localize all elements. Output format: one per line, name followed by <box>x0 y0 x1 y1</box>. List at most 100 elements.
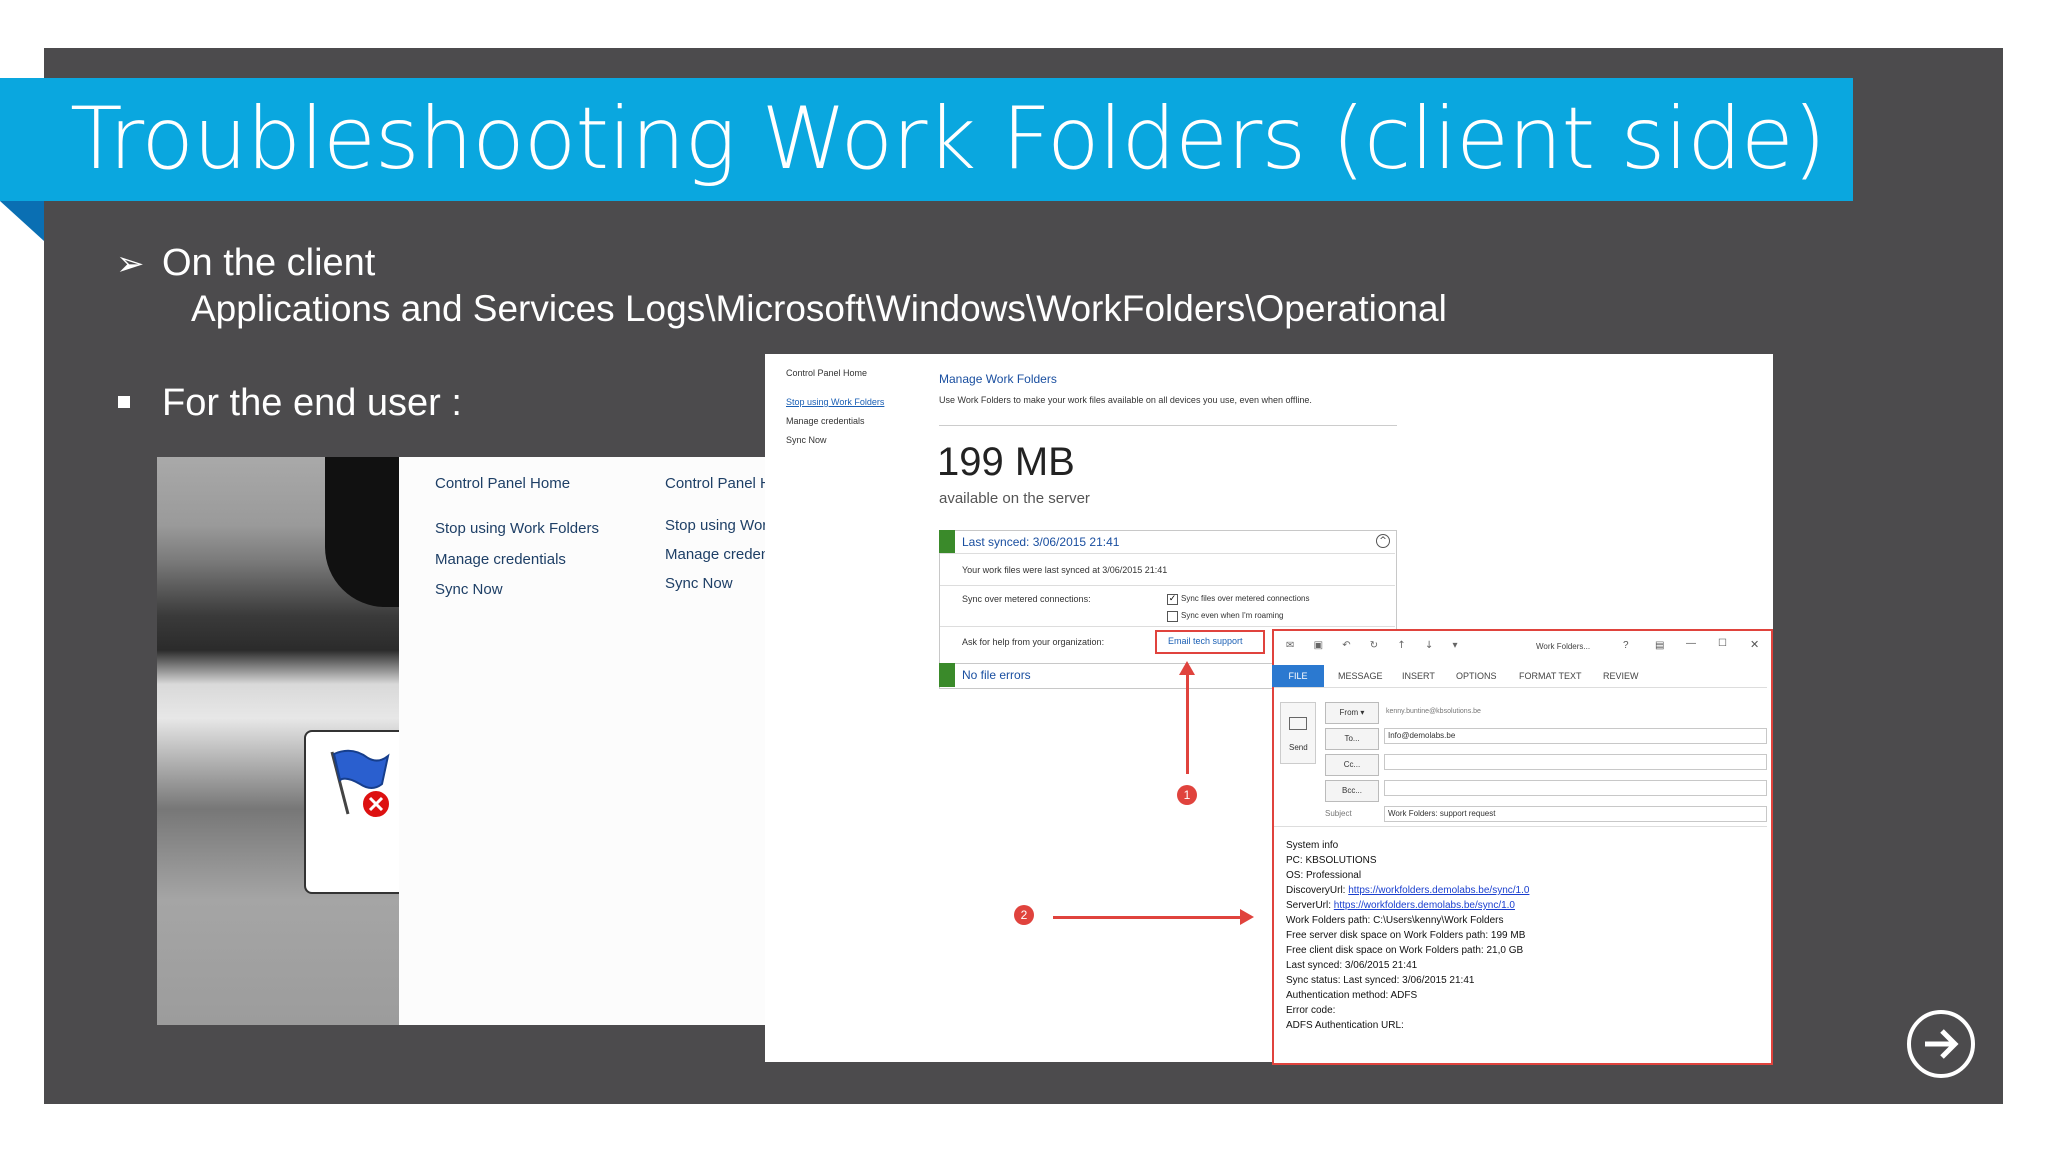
file-errors-indicator <box>939 663 955 687</box>
error-flag-icon <box>330 749 391 819</box>
manage-work-folders-heading: Manage Work Folders <box>939 372 1057 386</box>
metered-option-label: Sync files over metered connections <box>1181 594 1310 603</box>
marker-2: 2 <box>1014 905 1034 925</box>
slide-title: Troubleshooting Work Folders (client sid… <box>70 89 1826 189</box>
close-icon[interactable]: ✕ <box>1750 638 1759 651</box>
body-line-4: DiscoveryUrl: https://workfolders.demola… <box>1286 885 1529 896</box>
up-icon[interactable]: ↑ <box>1397 640 1405 651</box>
bullet-on-the-client: On the client <box>162 242 376 284</box>
server-label: ServerUrl: <box>1286 900 1334 911</box>
email-tech-support-link[interactable]: Email tech support <box>1168 636 1243 646</box>
collapse-chevron-icon[interactable]: ^ <box>1376 534 1390 548</box>
sidebar-control-panel-home[interactable]: Control Panel Home <box>786 368 867 378</box>
card-divider <box>940 553 1395 554</box>
tab-format-text[interactable]: FORMAT TEXT <box>1519 665 1582 687</box>
arrow-bullet-icon: ➢ <box>116 244 145 284</box>
ribbon-divider <box>1274 687 1767 688</box>
customize-icon[interactable]: ▾ <box>1453 640 1458 651</box>
bullet-for-end-user: For the end user : <box>162 382 462 424</box>
storage-label: available on the server <box>939 490 1090 507</box>
roaming-checkbox[interactable] <box>1167 611 1178 622</box>
storage-value: 199 MB <box>937 440 1075 484</box>
manage-description: Use Work Folders to make your work files… <box>939 395 1312 405</box>
metered-label: Sync over metered connections: <box>962 594 1091 604</box>
body-divider <box>1274 826 1767 827</box>
body-line-3: OS: Professional <box>1286 870 1362 881</box>
lp2-sync-now[interactable]: Sync Now <box>665 575 733 592</box>
body-line-6: Work Folders path: C:\Users\kenny\Work F… <box>1286 915 1504 926</box>
lp2-manage-credentials[interactable]: Manage credent <box>665 546 765 563</box>
lp2-stop-using[interactable]: Stop using Wor <box>665 517 765 534</box>
discovery-label: DiscoveryUrl: <box>1286 885 1349 896</box>
bcc-button[interactable]: Bcc... <box>1325 780 1379 802</box>
help-icon[interactable]: ? <box>1623 640 1629 651</box>
tab-options[interactable]: OPTIONS <box>1456 665 1497 687</box>
from-button[interactable]: From ▾ <box>1325 702 1379 724</box>
send-label: Send <box>1289 743 1308 752</box>
tab-review[interactable]: REVIEW <box>1603 665 1639 687</box>
help-label: Ask for help from your organization: <box>962 637 1105 647</box>
marker-1: 1 <box>1177 785 1197 805</box>
ribbon-options-icon[interactable]: ▤ <box>1655 640 1664 651</box>
last-synced-title: Last synced: 3/06/2015 21:41 <box>962 535 1120 549</box>
arrow-1-head-icon <box>1179 661 1195 675</box>
redo-icon[interactable]: ↻ <box>1370 640 1378 651</box>
lp-sync-now[interactable]: Sync Now <box>435 581 503 598</box>
body-line-13: ADFS Authentication URL: <box>1286 1020 1404 1031</box>
arrow-2-head-icon <box>1240 909 1254 925</box>
cc-button[interactable]: Cc... <box>1325 754 1379 776</box>
event-log-path: Applications and Services Logs\Microsoft… <box>191 288 1447 329</box>
email-window-title: Work Folders... <box>1536 642 1591 651</box>
title-bar-fold <box>0 201 44 241</box>
body-line-7: Free server disk space on Work Folders p… <box>1286 930 1526 941</box>
lp-control-panel-home[interactable]: Control Panel Home <box>435 475 570 492</box>
left-screenshot: Control Panel Home Stop using Work Folde… <box>157 457 765 1025</box>
metered-checkbox[interactable]: ✓ <box>1167 594 1178 605</box>
undo-icon[interactable]: ↶ <box>1342 640 1350 651</box>
arrow-2-line <box>1053 916 1243 919</box>
last-synced-detail: Your work files were last synced at 3/06… <box>962 565 1168 575</box>
body-line-1: System info <box>1286 840 1339 851</box>
body-line-5: ServerUrl: https://workfolders.demolabs.… <box>1286 900 1515 911</box>
bcc-field[interactable] <box>1384 780 1767 796</box>
maximize-icon[interactable]: ☐ <box>1718 638 1727 649</box>
to-button[interactable]: To... <box>1325 728 1379 750</box>
tab-file[interactable]: FILE <box>1272 665 1324 687</box>
card-divider-2 <box>940 585 1395 586</box>
server-url-link[interactable]: https://workfolders.demolabs.be/sync/1.0 <box>1334 900 1515 911</box>
cc-field[interactable] <box>1384 754 1767 770</box>
control-panel-links: Control Panel Home Stop using Work Folde… <box>399 457 765 1025</box>
to-field[interactable]: Info@demolabs.be <box>1384 728 1767 744</box>
sync-status-indicator <box>939 530 955 553</box>
body-line-8: Free client disk space on Work Folders p… <box>1286 945 1524 956</box>
body-line-11: Authentication method: ADFS <box>1286 990 1418 1001</box>
card-divider-3 <box>940 626 1395 627</box>
tab-message[interactable]: MESSAGE <box>1338 665 1383 687</box>
discovery-url-link[interactable]: https://workfolders.demolabs.be/sync/1.0 <box>1348 885 1529 896</box>
subject-label: Subject <box>1325 809 1352 818</box>
send-button[interactable]: Send <box>1280 702 1316 764</box>
save-icon[interactable]: ▣ <box>1314 640 1323 651</box>
minimize-icon[interactable]: — <box>1686 638 1696 649</box>
body-line-10: Sync status: Last synced: 3/06/2015 21:4… <box>1286 975 1475 986</box>
no-file-errors-label: No file errors <box>962 668 1031 682</box>
tab-insert[interactable]: INSERT <box>1402 665 1435 687</box>
body-line-9: Last synced: 3/06/2015 21:41 <box>1286 960 1418 971</box>
send-envelope-icon <box>1289 717 1307 730</box>
lp2-control-panel-home[interactable]: Control Panel H <box>665 475 765 492</box>
sidebar-manage-credentials[interactable]: Manage credentials <box>786 416 865 426</box>
down-icon[interactable]: ↓ <box>1425 640 1433 651</box>
arrow-right-circle-icon <box>1925 1029 1959 1059</box>
mail-icon[interactable]: ✉ <box>1286 640 1294 651</box>
body-line-2: PC: KBSOLUTIONS <box>1286 855 1377 866</box>
lp-stop-using[interactable]: Stop using Work Folders <box>435 520 599 537</box>
roaming-option-label: Sync even when I'm roaming <box>1181 611 1284 620</box>
heading-divider <box>939 425 1397 426</box>
next-slide-button[interactable] <box>1907 1010 1975 1078</box>
subject-field[interactable]: Work Folders: support request <box>1384 806 1767 822</box>
sidebar-stop-using[interactable]: Stop using Work Folders <box>786 397 884 407</box>
from-value: kenny.buntine@kbsolutions.be <box>1386 708 1481 715</box>
lp-manage-credentials[interactable]: Manage credentials <box>435 551 566 568</box>
body-line-12: Error code: <box>1286 1005 1336 1016</box>
sidebar-sync-now[interactable]: Sync Now <box>786 435 827 445</box>
